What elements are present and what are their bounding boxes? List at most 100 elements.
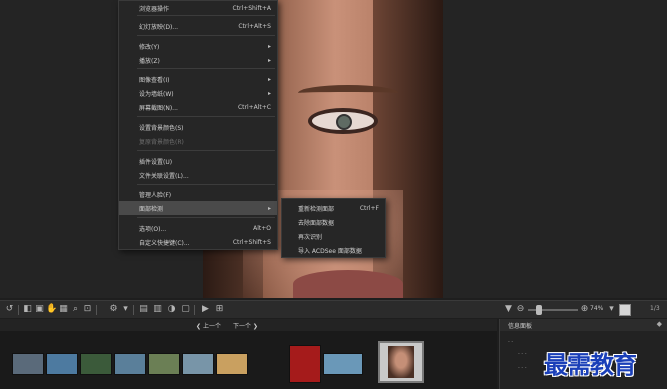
menu-item-label: 图像查看(I) — [139, 76, 170, 84]
thumb-beach[interactable] — [216, 353, 248, 375]
submenu-arrow-icon: ▸ — [267, 42, 271, 50]
menu-item-screenshot[interactable]: 屏幕截图(N)... Ctrl+Alt+C — [119, 100, 277, 114]
menu-item-label: 管理人脸(F) — [139, 191, 172, 199]
menu-item-label: 再次识别 — [298, 233, 323, 241]
menu-shortcut: Ctrl+Alt+S — [238, 22, 271, 30]
submenu-item-remove-face-data[interactable]: 去除面部数据 — [282, 215, 385, 229]
menu-item-label: 设为墙纸(W) — [139, 90, 174, 98]
fullscreen-icon[interactable]: ⊞ — [214, 304, 225, 315]
zoom-dropdown-icon[interactable]: ▾ — [606, 304, 617, 315]
face-detection-submenu: 重新检测面部 Ctrl+F 去除面部数据 再次识别 导入 ACDSee 面部数据 — [281, 198, 386, 258]
toolbar-separator — [194, 305, 195, 315]
viewer-toolbar: ↺ ◧ ▣ ✋ ▦ ⌕ ⊡ ⚙ ▾ ▤ ▥ ◑ ▢ ▶ ⊞ ▼ ⊖ ⊕ 74% … — [0, 300, 667, 318]
menu-item-face-detection[interactable]: 面部检测 ▸ — [119, 201, 277, 215]
dropdown-icon[interactable]: ▾ — [120, 304, 131, 315]
submenu-item-recognize-again[interactable]: 再次识别 — [282, 229, 385, 243]
thumb-2020-poster[interactable] — [289, 345, 321, 383]
thumb-sky[interactable] — [323, 353, 363, 375]
menu-item-label: 修改(Y) — [139, 43, 160, 51]
menu-separator — [137, 68, 275, 69]
view-mode-icon[interactable]: ▼ — [503, 304, 514, 315]
rotate-left-icon[interactable]: ◧ — [22, 304, 33, 315]
zoom-in-icon[interactable]: ⊕ — [579, 304, 590, 315]
menu-separator — [137, 116, 275, 117]
menu-separator — [137, 15, 275, 16]
menu-item-file-association[interactable]: 文件关联设置(L)... — [119, 168, 277, 182]
submenu-item-import-acdsee[interactable]: 导入 ACDSee 面部数据 — [282, 243, 385, 257]
fit-window-button[interactable] — [619, 304, 631, 316]
rotate-right-icon[interactable]: ▣ — [34, 304, 45, 315]
next-button[interactable]: 下一个 ❯ — [233, 321, 258, 330]
menu-shortcut: Alt+O — [253, 224, 271, 232]
menu-item-label: 播放(Z) — [139, 57, 160, 65]
thumb-landscape-1[interactable] — [12, 353, 44, 375]
menu-separator — [137, 184, 275, 185]
menu-item-modify[interactable]: 修改(Y) ▸ — [119, 39, 277, 53]
menu-item-slideshow[interactable]: 幻灯放映(D)... Ctrl+Alt+S — [119, 19, 277, 33]
portrait-face — [388, 346, 414, 378]
prev-button[interactable]: ❮ 上一个 — [196, 321, 221, 330]
menu-item-restore-bg-color: 复原背景颜色(R) — [119, 134, 277, 148]
menu-item-manage-faces[interactable]: 管理人脸(F) — [119, 187, 277, 201]
menu-item-label: 设置背景颜色(S) — [139, 124, 184, 132]
thumb-lake[interactable] — [114, 353, 146, 375]
compare-icon[interactable]: ▥ — [152, 304, 163, 315]
thumb-landscape-2[interactable] — [46, 353, 78, 375]
hand-icon[interactable]: ✋ — [46, 304, 57, 315]
menu-shortcut: Ctrl+Shift+S — [232, 238, 271, 246]
back-icon[interactable]: ↺ — [4, 304, 15, 315]
app-window: 浏览器操作 Ctrl+Shift+A 幻灯放映(D)... Ctrl+Alt+S 修… — [0, 0, 667, 389]
menu-item-label: 选项(O)... — [139, 225, 167, 233]
menu-item-play[interactable]: 播放(Z) ▸ — [119, 53, 277, 67]
submenu-item-redetect-faces[interactable]: 重新检测面部 Ctrl+F — [282, 201, 385, 215]
zoom-out-icon[interactable]: ⊖ — [515, 304, 526, 315]
info-icon[interactable]: ◑ — [166, 304, 177, 315]
info-row: - - - — [518, 365, 527, 371]
crop-icon[interactable]: ⊡ — [82, 304, 93, 315]
menu-item-label: 复原背景颜色(R) — [139, 138, 184, 146]
menu-item-plugin-settings[interactable]: 插件设置(U) — [119, 154, 277, 168]
menu-shortcut: Ctrl+Shift+A — [232, 4, 271, 12]
toolbar-separator — [18, 305, 19, 315]
thumb-valley[interactable] — [148, 353, 180, 375]
lips — [293, 270, 403, 298]
zoom-icon[interactable]: ⌕ — [70, 304, 81, 315]
menu-item-set-wallpaper[interactable]: 设为墙纸(W) ▸ — [119, 86, 277, 100]
select-icon[interactable]: ▦ — [58, 304, 69, 315]
menu-item-browser-actions[interactable]: 浏览器操作 Ctrl+Shift+A — [119, 1, 277, 15]
filmstrip-nav: ❮ 上一个 下一个 ❯ — [0, 319, 497, 331]
menu-item-options[interactable]: 选项(O)... Alt+O — [119, 221, 277, 235]
zoom-value[interactable]: 74% — [590, 305, 603, 312]
menu-item-custom-shortcuts[interactable]: 自定义快捷键(C)... Ctrl+Shift+S — [119, 235, 277, 249]
menu-item-label: 去除面部数据 — [298, 219, 335, 227]
zoom-slider-thumb[interactable] — [536, 305, 542, 315]
info-panel-title: 信息面板 — [508, 323, 533, 330]
menu-item-label: 重新检测面部 — [298, 205, 335, 213]
menu-item-label: 幻灯放映(D)... — [139, 23, 179, 31]
menu-item-image-view[interactable]: 图像查看(I) ▸ — [119, 72, 277, 86]
info-panel-header: 信息面板 ◆ — [500, 319, 667, 331]
grid-icon[interactable]: ▤ — [138, 304, 149, 315]
screen-icon[interactable]: ▢ — [180, 304, 191, 315]
play-icon[interactable]: ▶ — [200, 304, 211, 315]
menu-item-label: 文件关联设置(L)... — [139, 172, 189, 180]
thumb-portrait[interactable] — [378, 341, 424, 383]
watermark-logo: 最需教育 — [544, 350, 637, 379]
menu-item-label: 屏幕截图(N)... — [139, 104, 178, 112]
thumb-forest[interactable] — [80, 353, 112, 375]
menu-separator — [137, 150, 275, 151]
info-row: - - - — [518, 351, 527, 357]
iris — [336, 114, 352, 130]
submenu-arrow-icon: ▸ — [267, 204, 271, 212]
pin-icon[interactable]: ◆ — [657, 320, 662, 328]
menu-item-label: 浏览器操作 — [139, 5, 170, 13]
menu-item-label: 面部检测 — [139, 205, 164, 213]
thumb-coast[interactable] — [182, 353, 214, 375]
submenu-arrow-icon: ▸ — [267, 75, 271, 83]
submenu-arrow-icon: ▸ — [267, 89, 271, 97]
settings-icon[interactable]: ⚙ — [108, 304, 119, 315]
eyebrow — [298, 85, 398, 101]
menu-shortcut: Ctrl+F — [359, 204, 379, 212]
menu-item-label: 插件设置(U) — [139, 158, 173, 166]
menu-item-set-bg-color[interactable]: 设置背景颜色(S) — [119, 120, 277, 134]
